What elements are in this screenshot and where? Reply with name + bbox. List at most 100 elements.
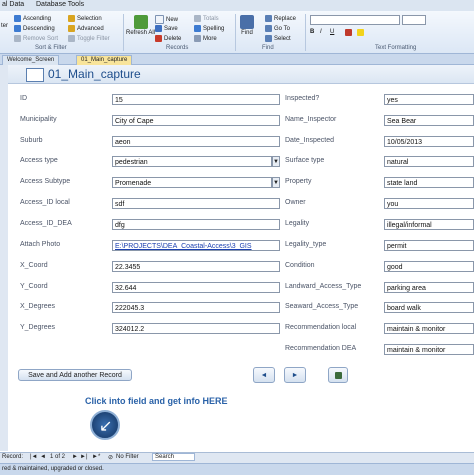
y-degrees-field[interactable]: 324012.2: [112, 323, 280, 334]
select-button[interactable]: Select: [265, 35, 291, 42]
totals-button[interactable]: Totals: [194, 15, 219, 22]
recommendation-local-field[interactable]: maintain & monitor: [384, 323, 474, 334]
label-surface-type: Surface type: [285, 157, 325, 164]
underline-icon: U: [330, 29, 335, 35]
form-header: 01_Main_capture: [8, 65, 474, 84]
refresh-all-label: Refresh All: [126, 30, 156, 36]
highlight-button[interactable]: [357, 29, 364, 36]
landward-access-type-field[interactable]: parking area: [384, 282, 474, 293]
id-field[interactable]: 15: [112, 94, 280, 105]
toggle-filter-label: Toggle Filter: [77, 35, 110, 42]
last-record-button[interactable]: ►|: [80, 454, 88, 460]
municipality-field[interactable]: City of Cape: [112, 115, 280, 126]
label-x-degrees: X_Degrees: [20, 303, 56, 310]
form-icon: [26, 68, 44, 82]
inspected-field[interactable]: yes: [384, 94, 474, 105]
bold-button[interactable]: B: [310, 29, 314, 35]
hint-text: Click into field and get info HERE: [85, 396, 228, 406]
record-position[interactable]: 1 of 2: [50, 454, 65, 460]
condition-field[interactable]: good: [384, 261, 474, 272]
label-suburb: Suburb: [20, 137, 43, 144]
x-degrees-field[interactable]: 222045.3: [112, 302, 280, 313]
refresh-all-button[interactable]: Refresh All: [126, 15, 155, 36]
access-subtype-dropdown-arrow[interactable]: ▼: [272, 177, 280, 188]
sort-ascending-icon: [14, 15, 21, 22]
y-coord-field[interactable]: 32.644: [112, 282, 280, 293]
italic-button[interactable]: I: [320, 29, 322, 35]
ribbon-separator: [305, 14, 306, 51]
find-record-button[interactable]: [328, 367, 348, 383]
tab-main-capture[interactable]: 01_Main_capture: [76, 55, 133, 65]
new-record-button[interactable]: New: [155, 15, 178, 24]
tab-welcome-screen[interactable]: Welcome_Screen: [2, 55, 60, 65]
save-record-button[interactable]: Save: [155, 25, 178, 32]
sort-ascending-button[interactable]: Ascending: [14, 15, 51, 22]
highlight-icon: [357, 29, 364, 36]
label-municipality: Municipality: [20, 116, 57, 123]
filter-status[interactable]: No Filter: [116, 454, 139, 460]
spelling-icon: [194, 25, 201, 32]
delete-record-button[interactable]: Delete: [155, 35, 181, 42]
find-button[interactable]: Find: [240, 15, 254, 36]
previous-record-button[interactable]: ◄: [253, 367, 275, 383]
next-record-button[interactable]: ►: [284, 367, 306, 383]
label-legality: Legality: [285, 220, 310, 227]
underline-button[interactable]: U: [330, 29, 334, 35]
access-type-dropdown-arrow[interactable]: ▼: [272, 156, 280, 167]
x-coord-field[interactable]: 22.3455: [112, 261, 280, 272]
replace-button[interactable]: Replace: [265, 15, 296, 22]
legality-type-field[interactable]: permit: [384, 240, 474, 251]
find-label: Find: [241, 30, 253, 36]
access-subtype-select[interactable]: Promenade: [112, 177, 272, 188]
search-box[interactable]: Search: [152, 453, 196, 461]
remove-sort-icon: [14, 35, 21, 42]
label-recommendation-local: Recommendation local: [285, 324, 357, 331]
selection-label: Selection: [77, 15, 102, 22]
name-inspector-field[interactable]: Sea Bear: [384, 115, 474, 126]
seaward-access-type-field[interactable]: board walk: [384, 302, 474, 313]
main-capture-tab-label: 01_Main_capture: [81, 57, 128, 63]
font-color-button[interactable]: [345, 29, 352, 36]
access-id-dea-field[interactable]: dfg: [112, 219, 280, 230]
spelling-button[interactable]: Spelling: [194, 25, 224, 32]
next-record-nav-button[interactable]: ►: [72, 454, 78, 460]
label-condition: Condition: [285, 262, 315, 269]
more-button[interactable]: More: [194, 35, 217, 42]
access-type-select[interactable]: pedestrian: [112, 156, 272, 167]
sort-descending-button[interactable]: Descending: [14, 25, 55, 32]
toggle-filter-button[interactable]: Toggle Filter: [68, 35, 110, 42]
save-label: Save: [164, 25, 178, 32]
font-name-select[interactable]: [310, 15, 400, 25]
attach-photo-link[interactable]: E:\PROJECTS\DEA_Coastal-Access\3_GIS: [112, 240, 280, 251]
tab-external-data[interactable]: al Data: [2, 1, 24, 8]
selection-button[interactable]: Selection: [68, 15, 102, 22]
refresh-icon: [133, 15, 148, 29]
label-y-degrees: Y_Degrees: [20, 324, 56, 331]
go-to-button[interactable]: Go To: [265, 25, 290, 32]
property-field[interactable]: state land: [384, 177, 474, 188]
save-and-add-record-button[interactable]: Save and Add another Record: [18, 369, 132, 381]
label-attach-photo: Attach Photo: [20, 241, 61, 248]
advanced-button[interactable]: Advanced: [68, 25, 104, 32]
tab-database-tools[interactable]: Database Tools: [36, 1, 84, 8]
remove-sort-button[interactable]: Remove Sort: [14, 35, 58, 42]
owner-field[interactable]: you: [384, 198, 474, 209]
prev-record-nav-button[interactable]: ◄: [40, 454, 46, 460]
access-id-local-field[interactable]: sdf: [112, 198, 280, 209]
bold-icon: B: [310, 29, 315, 35]
font-color-icon: [345, 29, 352, 36]
new-record-nav-button[interactable]: ►*: [92, 454, 100, 460]
label-inspected: Inspected?: [285, 95, 320, 102]
more-icon: [194, 35, 201, 42]
chevron-down-icon: ▼: [273, 159, 279, 165]
date-inspected-field[interactable]: 10/05/2013: [384, 136, 474, 147]
recommendation-dea-field[interactable]: maintain & monitor: [384, 344, 474, 355]
font-size-select[interactable]: [402, 15, 426, 25]
italic-icon: I: [320, 29, 322, 35]
first-record-button[interactable]: |◄: [30, 454, 38, 460]
suburb-field[interactable]: aeon: [112, 136, 280, 147]
legality-field[interactable]: illegal/informal: [384, 219, 474, 230]
info-arrow-button[interactable]: ↙: [90, 410, 120, 440]
delete-icon: [155, 35, 162, 42]
surface-type-field[interactable]: natural: [384, 156, 474, 167]
